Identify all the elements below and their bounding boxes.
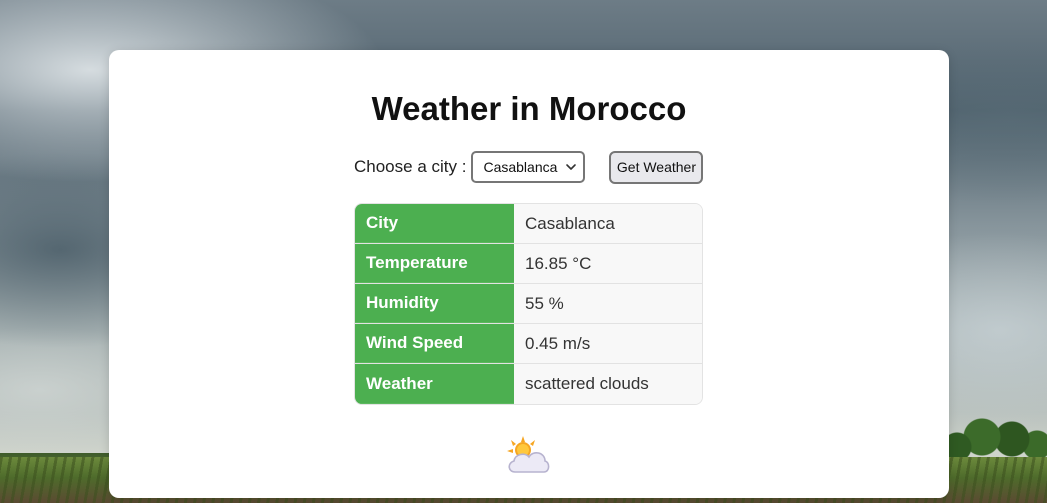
city-select[interactable]: Casablanca <box>471 151 586 183</box>
table-row: Weather scattered clouds <box>355 364 702 404</box>
row-value: 0.45 m/s <box>514 324 702 363</box>
page-title: Weather in Morocco <box>371 90 687 127</box>
row-label: Wind Speed <box>355 324 514 363</box>
row-label: Humidity <box>355 284 514 323</box>
table-row: Wind Speed 0.45 m/s <box>355 324 702 364</box>
city-select-value: Casablanca <box>483 159 558 175</box>
row-value: 55 % <box>514 284 702 323</box>
row-value: Casablanca <box>514 204 702 243</box>
city-label: Choose a city : <box>354 157 467 176</box>
get-weather-button[interactable]: Get Weather <box>609 150 704 184</box>
row-value: scattered clouds <box>514 364 702 404</box>
table-row: City Casablanca <box>355 204 702 244</box>
row-label: Temperature <box>355 244 514 283</box>
table-row: Temperature 16.85 °C <box>355 244 702 284</box>
row-value: 16.85 °C <box>514 244 702 283</box>
chevron-down-icon <box>566 164 577 170</box>
sun-behind-cloud-icon <box>507 436 550 473</box>
weather-card: Weather in Morocco Choose a city : Casab… <box>109 50 949 498</box>
weather-table: City Casablanca Temperature 16.85 °C Hum… <box>354 203 703 405</box>
table-row: Humidity 55 % <box>355 284 702 324</box>
city-controls: Choose a city : Casablanca Get Weather <box>354 150 704 184</box>
row-label: Weather <box>355 364 514 404</box>
row-label: City <box>355 204 514 243</box>
